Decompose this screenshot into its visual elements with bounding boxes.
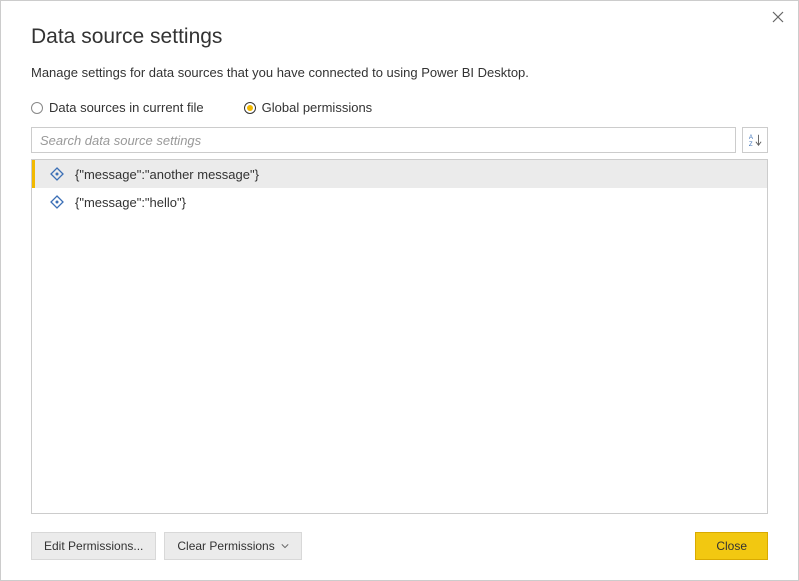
data-source-icon xyxy=(49,194,65,210)
clear-permissions-button[interactable]: Clear Permissions xyxy=(164,532,301,560)
scope-radio-group: Data sources in current file Global perm… xyxy=(31,100,768,115)
button-label: Edit Permissions... xyxy=(44,539,143,553)
list-item[interactable]: {"message":"hello"} xyxy=(32,188,767,216)
page-title: Data source settings xyxy=(31,25,768,49)
close-icon[interactable] xyxy=(770,9,786,25)
radio-icon xyxy=(31,102,43,114)
page-subtitle: Manage settings for data sources that yo… xyxy=(31,65,768,80)
button-label: Clear Permissions xyxy=(177,539,274,553)
search-input[interactable] xyxy=(31,127,736,153)
svg-text:A: A xyxy=(749,134,754,141)
list-item[interactable]: {"message":"another message"} xyxy=(32,160,767,188)
chevron-down-icon xyxy=(281,542,289,550)
radio-icon xyxy=(244,102,256,114)
radio-current-file[interactable]: Data sources in current file xyxy=(31,100,204,115)
sort-az-icon: A Z xyxy=(748,133,762,147)
svg-text:Z: Z xyxy=(749,141,753,147)
close-button[interactable]: Close xyxy=(695,532,768,560)
edit-permissions-button[interactable]: Edit Permissions... xyxy=(31,532,156,560)
radio-global-permissions[interactable]: Global permissions xyxy=(244,100,373,115)
radio-label: Global permissions xyxy=(262,100,373,115)
sort-button[interactable]: A Z xyxy=(742,127,768,153)
list-item-label: {"message":"hello"} xyxy=(75,195,186,210)
radio-label: Data sources in current file xyxy=(49,100,204,115)
button-label: Close xyxy=(716,539,747,553)
data-source-icon xyxy=(49,166,65,182)
list-item-label: {"message":"another message"} xyxy=(75,167,259,182)
data-source-list: {"message":"another message"} {"message":… xyxy=(31,159,768,514)
